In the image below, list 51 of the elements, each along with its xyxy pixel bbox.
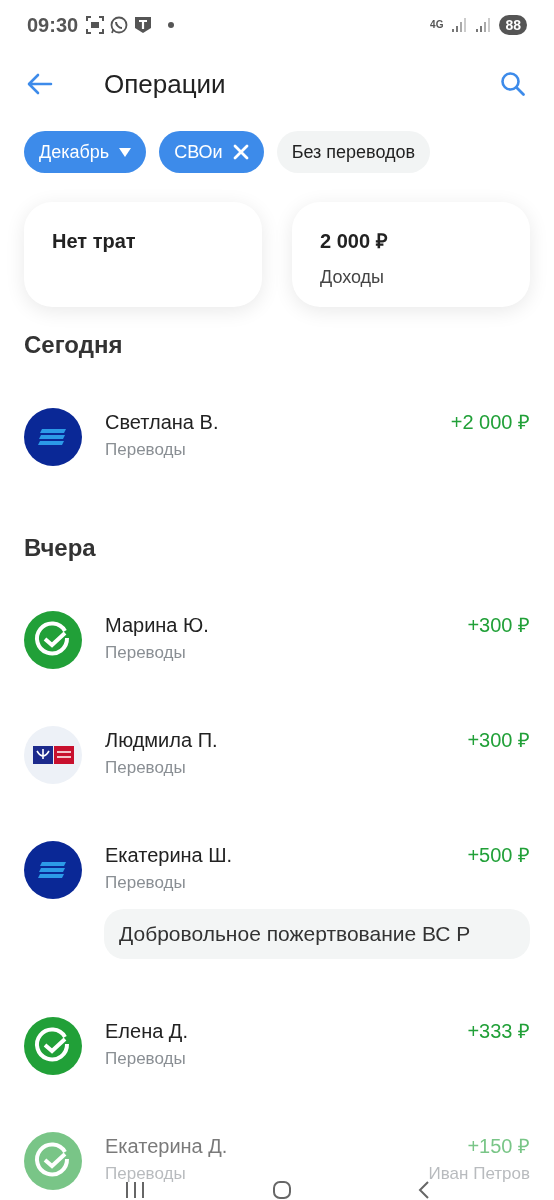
close-icon — [232, 144, 249, 160]
operation-note: Иван Петров — [428, 1163, 530, 1185]
operation-category: Переводы — [105, 439, 186, 461]
bank-logo-icon — [24, 726, 82, 784]
check-logo-icon — [24, 1017, 82, 1075]
operation-amount: +333 ₽ — [467, 1019, 530, 1044]
search-icon — [500, 71, 526, 97]
check-logo-icon — [24, 611, 82, 669]
operation-name: Светлана В. — [105, 410, 219, 435]
recent-apps-button[interactable] — [123, 1181, 146, 1199]
operation-name: Екатерина Д. — [105, 1134, 228, 1159]
message-bubble: Добровольное пожертвование ВС Р — [104, 909, 530, 959]
summary-card[interactable]: 2 000 ₽ Доходы — [292, 202, 530, 307]
battery-indicator: 88 — [499, 15, 527, 35]
back-nav-button[interactable] — [418, 1181, 431, 1199]
bank-logo-icon — [24, 408, 82, 466]
operation-category: Переводы — [105, 872, 186, 894]
operation-name: Екатерина Ш. — [105, 843, 233, 868]
summary-value: 2 000 ₽ — [320, 229, 389, 254]
search-button[interactable] — [498, 69, 528, 99]
operation-amount: +150 ₽ — [467, 1134, 530, 1159]
shield-icon — [134, 16, 153, 34]
operation-category: Переводы — [105, 1163, 186, 1185]
signal-icon — [475, 17, 492, 33]
operation-amount: +500 ₽ — [467, 843, 530, 868]
section-title: Вчера — [23, 533, 97, 563]
operation-amount: +300 ₽ — [467, 613, 530, 638]
section-title: Сегодня — [23, 330, 124, 360]
operation-category: Переводы — [105, 642, 186, 664]
back-arrow-icon — [27, 73, 53, 95]
filter-chip[interactable]: Без переводов — [276, 131, 431, 173]
home-button[interactable] — [273, 1181, 291, 1199]
operation-name: Людмила П. — [105, 728, 218, 753]
summary-value: Нет трат — [52, 229, 137, 254]
caret-icon — [119, 147, 132, 157]
bank-logo-icon — [24, 841, 82, 899]
operation-amount: +2 000 ₽ — [450, 410, 530, 435]
operation-category: Переводы — [105, 1048, 186, 1070]
clock: 09:30 — [27, 13, 79, 38]
operation-category: Переводы — [105, 757, 186, 779]
signal-icon — [451, 17, 468, 33]
summary-card[interactable]: Нет трат — [24, 202, 262, 307]
operation-amount: +300 ₽ — [467, 728, 530, 753]
page-title: Операции — [104, 67, 226, 101]
operation-name: Елена Д. — [105, 1019, 188, 1044]
check-logo-icon — [24, 1132, 82, 1190]
summary-caption: Доходы — [320, 266, 386, 289]
network-label: 4G — [430, 20, 444, 30]
screenshot-icon — [86, 16, 105, 34]
chat-icon — [110, 16, 129, 34]
operation-name: Марина Ю. — [105, 613, 209, 638]
